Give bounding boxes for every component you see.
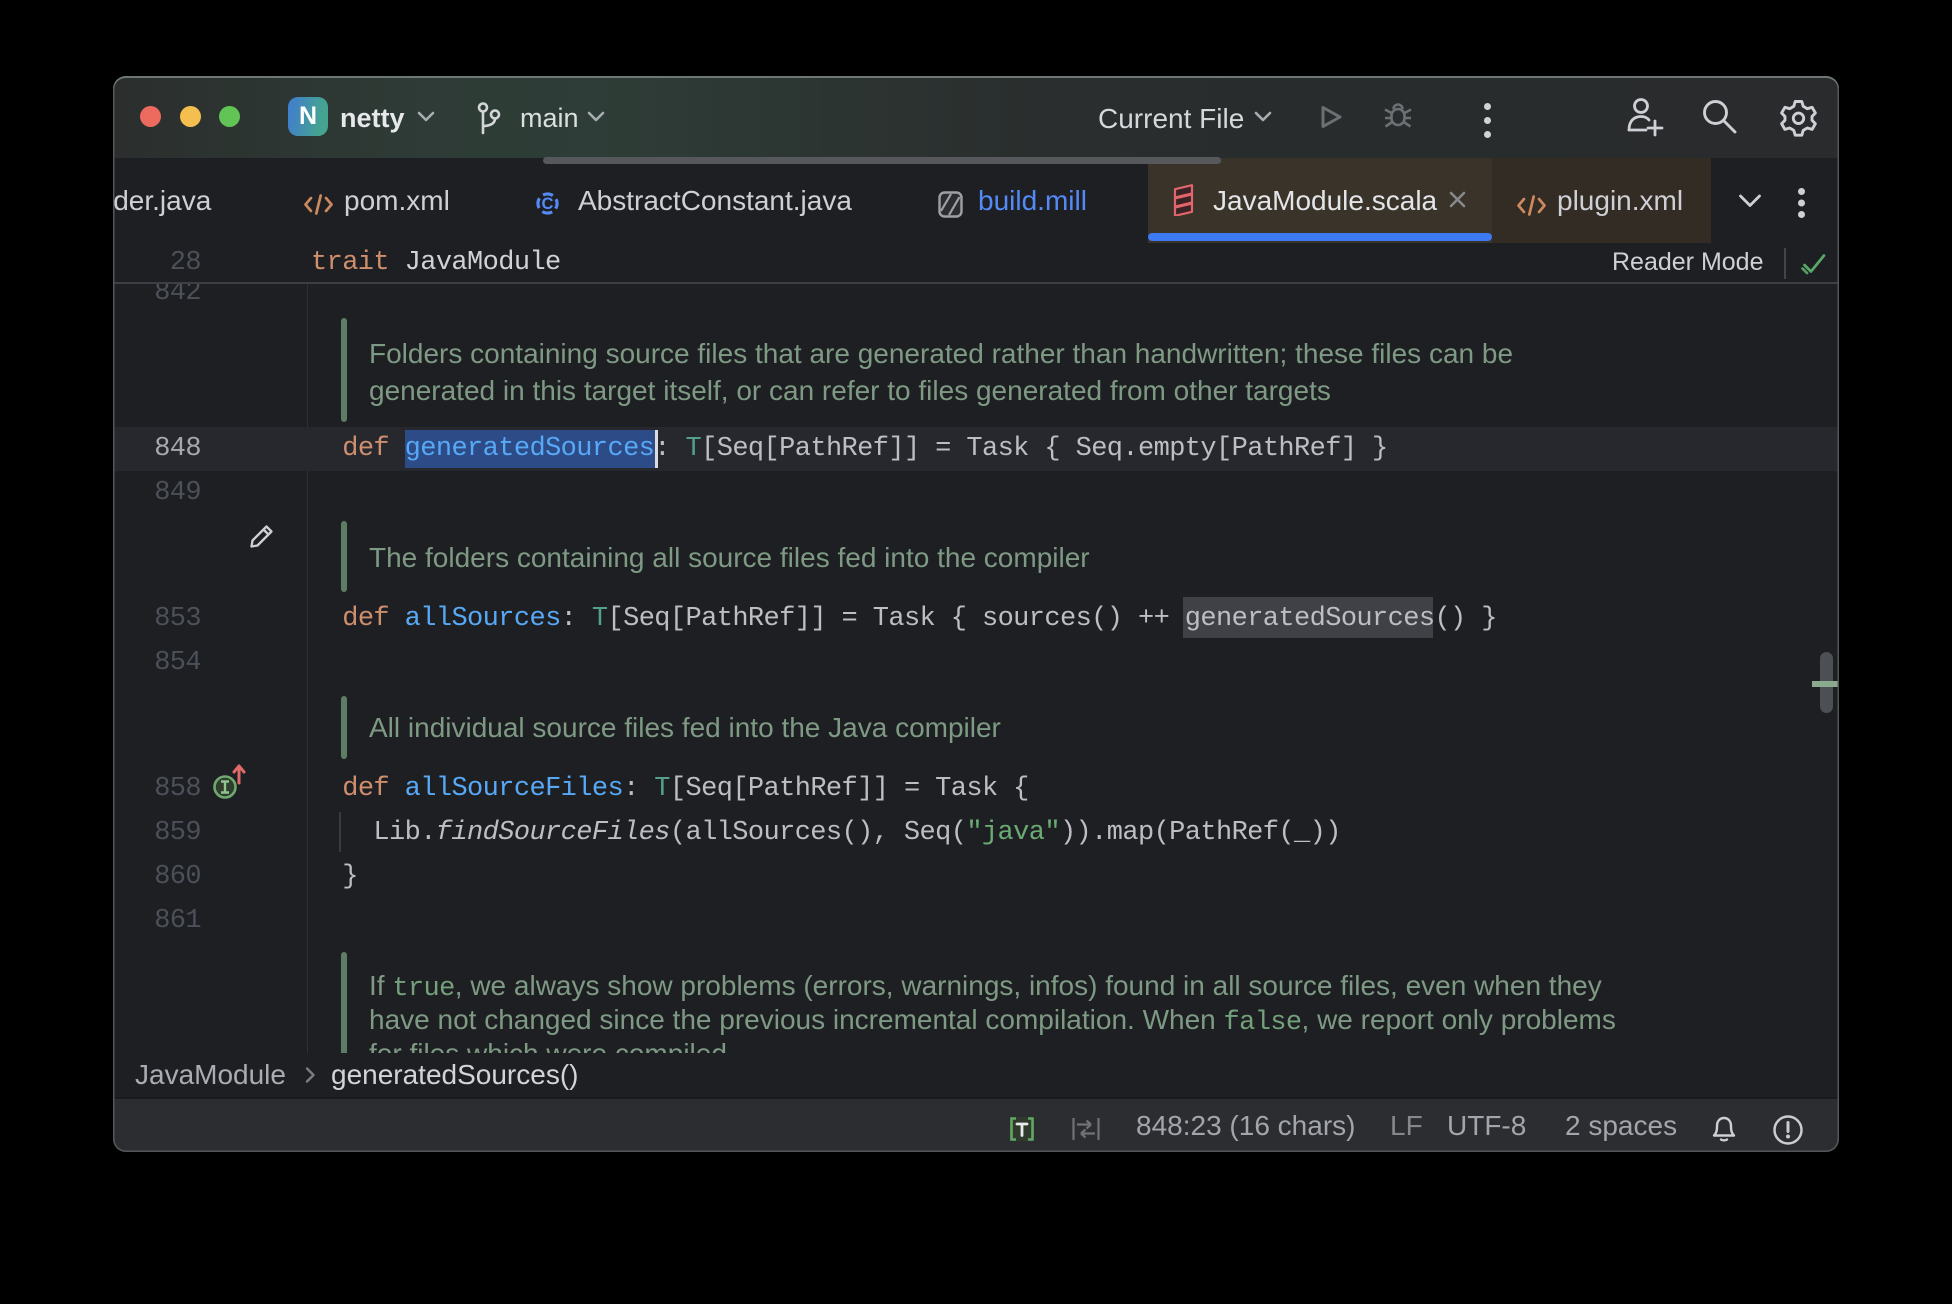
svg-text:C: C — [542, 195, 554, 213]
